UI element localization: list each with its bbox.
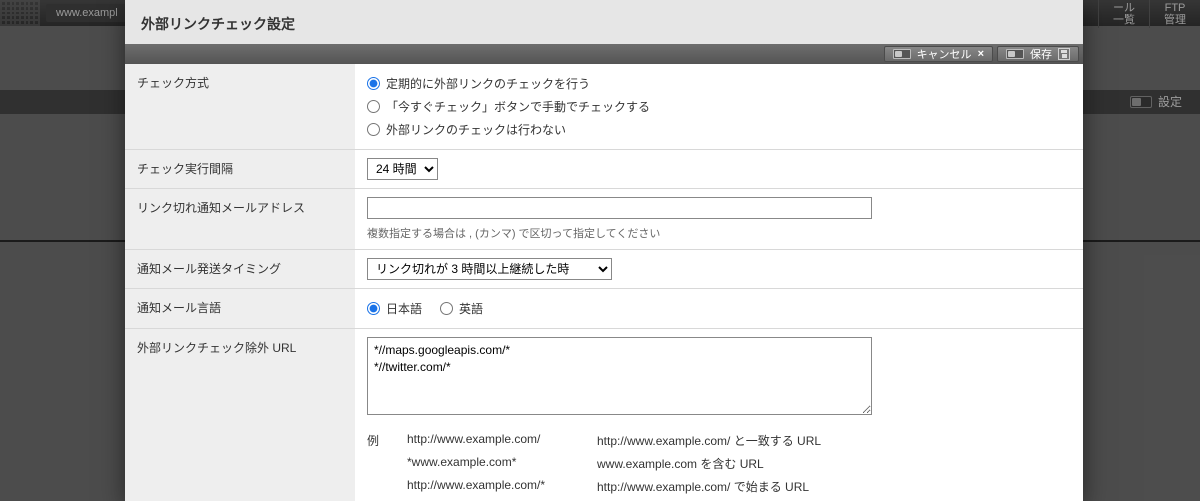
close-icon: × (978, 48, 984, 60)
modal-action-bar: キャンセル × 保存 (125, 44, 1083, 64)
radio-lang-en[interactable]: 英語 (440, 297, 483, 320)
examples-heading: 例 (367, 432, 407, 449)
radio-check-manual[interactable]: 「今すぐチェック」ボタンで手動でチェックする (367, 95, 1071, 118)
radio-label: 定期的に外部リンクのチェックを行う (386, 75, 590, 92)
radio-check-manual-input[interactable] (367, 100, 380, 113)
example-pattern: http://www.example.com/ (407, 432, 597, 449)
radio-label: 外部リンクのチェックは行わない (386, 121, 566, 138)
label-exclude-url: 外部リンクチェック除外 URL (125, 329, 355, 501)
toggle-icon (1006, 49, 1024, 59)
notify-email-input[interactable] (367, 197, 872, 219)
radio-lang-en-input[interactable] (440, 302, 453, 315)
radio-label: 英語 (459, 300, 483, 317)
save-label: 保存 (1030, 46, 1052, 62)
radio-label: 「今すぐチェック」ボタンで手動でチェックする (386, 98, 650, 115)
cancel-label: キャンセル (917, 46, 972, 62)
settings-form: チェック方式 定期的に外部リンクのチェックを行う 「今すぐチェック」ボタンで手動… (125, 64, 1083, 501)
label-notify-email: リンク切れ通知メールアドレス (125, 189, 355, 250)
save-button[interactable]: 保存 (997, 46, 1079, 62)
exclude-examples: 例 http://www.example.com/ http://www.exa… (367, 432, 1071, 501)
radio-check-none-input[interactable] (367, 123, 380, 136)
radio-lang-ja-input[interactable] (367, 302, 380, 315)
radio-lang-ja[interactable]: 日本語 (367, 297, 422, 320)
example-pattern: *www.example.com* (407, 455, 597, 472)
exclude-url-textarea[interactable] (367, 337, 872, 415)
floppy-disk-icon (1058, 48, 1070, 60)
label-check-method: チェック方式 (125, 64, 355, 150)
notify-timing-select[interactable]: リンク切れが 3 時間以上継続した時 (367, 258, 612, 280)
label-interval: チェック実行間隔 (125, 150, 355, 189)
example-desc: http://www.example.com/ で始まる URL (597, 478, 1071, 495)
cancel-button[interactable]: キャンセル × (884, 46, 993, 62)
interval-select[interactable]: 24 時間 (367, 158, 438, 180)
toggle-icon (893, 49, 911, 59)
radio-check-none[interactable]: 外部リンクのチェックは行わない (367, 118, 1071, 141)
example-pattern: http://www.example.com/* (407, 478, 597, 495)
label-notify-lang: 通知メール言語 (125, 289, 355, 329)
radio-check-periodic-input[interactable] (367, 77, 380, 90)
form-scroll-area[interactable]: チェック方式 定期的に外部リンクのチェックを行う 「今すぐチェック」ボタンで手動… (125, 64, 1083, 501)
radio-check-periodic[interactable]: 定期的に外部リンクのチェックを行う (367, 72, 1071, 95)
notify-email-hint: 複数指定する場合は , (カンマ) で区切って指定してください (367, 225, 1071, 241)
example-desc: www.example.com を含む URL (597, 455, 1071, 472)
modal-title: 外部リンクチェック設定 (125, 0, 1083, 44)
label-notify-timing: 通知メール発送タイミング (125, 250, 355, 289)
example-desc: http://www.example.com/ と一致する URL (597, 432, 1071, 449)
external-link-check-settings-modal: 外部リンクチェック設定 キャンセル × 保存 チェック方式 定期的に外部リンクの… (125, 0, 1083, 501)
radio-label: 日本語 (386, 300, 422, 317)
